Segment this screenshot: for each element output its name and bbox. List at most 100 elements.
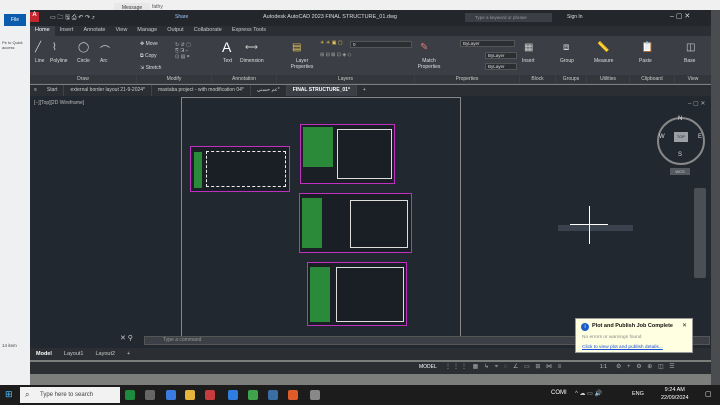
stretch-button[interactable]: ⇲ Stretch	[140, 65, 161, 71]
doc-tab-mastaba[interactable]: mastaba project - with modification 04*	[152, 85, 251, 96]
text-button[interactable]: Text	[223, 58, 232, 64]
text-icon[interactable]: A	[222, 39, 231, 55]
doc-tab-external-border[interactable]: external border layout 21-9-2024*	[64, 85, 152, 96]
dimension-button[interactable]: Dimension	[240, 58, 264, 64]
plot-publish-notification[interactable]: i Plot and Publish Job Complete ✕ No err…	[575, 318, 693, 353]
app-icon-1[interactable]	[125, 390, 135, 400]
match-properties-button[interactable]: Match Properties	[416, 58, 442, 70]
compass-north[interactable]: N	[678, 116, 682, 122]
modify-tools-icons[interactable]: ↻ ⇵ ▢ ⎘ ◪ ⌐ ⊡ ▤ ⌗	[175, 42, 191, 60]
weather-widget[interactable]: COMI	[551, 390, 567, 396]
viewcube-top-face[interactable]: TOP	[674, 132, 688, 142]
menu-icon[interactable]: ≡	[30, 85, 41, 96]
polyline-button[interactable]: Polyline	[50, 58, 68, 64]
copy-button[interactable]: ⧉ Copy	[140, 53, 157, 59]
layer-properties-button[interactable]: Layer Properties	[287, 58, 317, 70]
viewport-controls[interactable]: [−][Top][2D Wireframe]	[34, 100, 84, 106]
tab-layout2[interactable]: Layout2	[89, 351, 121, 357]
tab-express-tools[interactable]: Express Tools	[227, 26, 271, 36]
move-button[interactable]: ✥ Move	[140, 41, 158, 47]
compass-east[interactable]: E	[698, 134, 702, 140]
notification-center-icon[interactable]: ▢	[705, 390, 712, 398]
color-dropdown[interactable]: ByLayer	[460, 40, 515, 47]
group-button[interactable]: Group	[560, 58, 574, 64]
share-button[interactable]: Share	[175, 14, 188, 20]
drawing-sheet-3[interactable]	[299, 193, 412, 253]
file-menu-button[interactable]: File	[4, 14, 26, 26]
current-layer-dropdown[interactable]: 0	[350, 41, 412, 48]
navigation-bar[interactable]	[694, 188, 706, 278]
base-button[interactable]: Base	[684, 58, 695, 64]
group-icon[interactable]: ⧈	[563, 42, 569, 53]
tab-home[interactable]: Home	[30, 26, 55, 36]
compass-south[interactable]: S	[678, 152, 682, 158]
add-layout-button[interactable]: +	[121, 351, 136, 357]
line-button[interactable]: Line	[35, 58, 44, 64]
task-view-icon[interactable]	[145, 390, 155, 400]
quick-access-icons[interactable]: ▭ 🗀 🖫 ⎙ ↶ ↷ ⤴	[50, 13, 95, 23]
insert-block-button[interactable]: Insert	[522, 58, 535, 64]
status-right-icons[interactable]: ⚙ + ⚙ ⊕ ◫ ☰	[616, 363, 677, 370]
app-icon-2[interactable]	[248, 390, 258, 400]
taskbar-clock[interactable]: 9:24 AM 22/09/2024	[661, 386, 689, 402]
line-icon[interactable]: ╱	[35, 42, 41, 53]
tab-manage[interactable]: Manage	[132, 26, 162, 36]
arc-button[interactable]: Arc	[100, 58, 108, 64]
doc-tab-final-structure[interactable]: FINAL STRUCTURE_01*	[286, 85, 357, 96]
language-indicator[interactable]: ENG	[632, 391, 644, 397]
windows-start-icon[interactable]: ⊞	[5, 389, 13, 400]
insert-icon[interactable]: ▦	[524, 42, 533, 53]
tab-annotate[interactable]: Annotate	[78, 26, 110, 36]
app-icon-4[interactable]	[288, 390, 298, 400]
measure-button[interactable]: Measure	[594, 58, 613, 64]
tab-model[interactable]: Model	[30, 351, 58, 357]
notification-details-link[interactable]: Click to view plot and publish details..…	[582, 345, 663, 350]
app-icon-3[interactable]	[268, 390, 278, 400]
circle-button[interactable]: Circle	[77, 58, 90, 64]
layer-properties-icon[interactable]: ▤	[292, 42, 301, 53]
lineweight-dropdown[interactable]: ByLayer	[485, 63, 517, 70]
tab-view[interactable]: View	[110, 26, 132, 36]
circle-icon[interactable]: ◯	[78, 42, 89, 53]
window-controls[interactable]: – ▢ ✕	[670, 12, 690, 20]
autocad-taskbar-icon[interactable]	[205, 390, 215, 400]
layer-state-icons[interactable]: ☀ ☀ ▣ ▢	[320, 40, 343, 46]
autocad-logo-icon[interactable]: A	[30, 12, 39, 22]
command-close-icon[interactable]: ✕ ⚲	[120, 334, 133, 342]
doc-tab-arabic[interactable]: عم حسني*	[251, 85, 287, 96]
status-toggle-icons[interactable]: ⋮⋮⋮ ▦ ↳ ⌖ ◌ ∠ ▭ ⊞ ⋈ ≡	[445, 363, 563, 371]
new-tab-button[interactable]: +	[357, 85, 372, 96]
tab-collaborate[interactable]: Collaborate	[189, 26, 227, 36]
file-explorer-icon[interactable]	[185, 390, 195, 400]
taskbar-search-box[interactable]: Type here to search	[20, 387, 120, 403]
measure-icon[interactable]: 📏	[597, 42, 609, 53]
search-input[interactable]: Type a keyword or phrase	[465, 13, 552, 22]
edge-icon[interactable]	[166, 390, 176, 400]
annotation-scale[interactable]: 1:1	[600, 364, 607, 370]
app-icon-5[interactable]	[310, 390, 320, 400]
model-space-button[interactable]: MODEL	[419, 364, 437, 370]
browser-icon[interactable]	[228, 390, 238, 400]
drawing-sheet-1[interactable]	[190, 146, 290, 192]
arc-icon[interactable]: ⌒	[100, 42, 110, 57]
linetype-dropdown[interactable]: ByLayer	[485, 52, 517, 59]
polyline-icon[interactable]: ⌇	[52, 42, 57, 53]
tab-output[interactable]: Output	[162, 26, 189, 36]
paste-icon[interactable]: 📋	[641, 42, 653, 53]
match-properties-icon[interactable]: ✎	[420, 42, 428, 53]
layer-tools-icons[interactable]: ⊞ ⊟ ⊠ ⊡ ◈ ◇	[320, 52, 351, 58]
notification-close-icon[interactable]: ✕	[682, 322, 687, 329]
system-tray-icons[interactable]: ^ ☁ ▭ 🔊	[575, 390, 602, 397]
paste-button[interactable]: Paste	[639, 58, 652, 64]
sign-in-button[interactable]: Sign In	[567, 14, 583, 20]
tab-insert[interactable]: Insert	[55, 26, 79, 36]
compass-west[interactable]: W	[659, 134, 665, 140]
doc-tab-start[interactable]: Start	[41, 85, 65, 96]
wcs-dropdown[interactable]: WCS	[670, 168, 690, 175]
viewport-window-controls[interactable]: – ▢ ✕	[688, 100, 705, 107]
dimension-icon[interactable]: ⟷	[245, 42, 258, 53]
drawing-sheet-2[interactable]	[300, 124, 395, 184]
tab-layout1[interactable]: Layout1	[58, 351, 90, 357]
base-view-icon[interactable]: ◫	[686, 42, 695, 53]
drawing-sheet-4[interactable]	[307, 262, 407, 326]
